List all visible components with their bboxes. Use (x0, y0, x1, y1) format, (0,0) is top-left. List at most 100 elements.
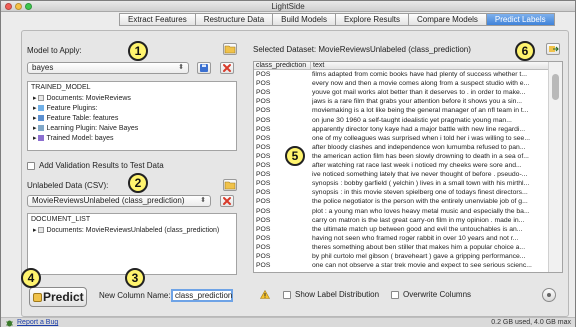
table-row[interactable]: POS synopsis : bobby garfield ( yelchin )… (254, 180, 548, 187)
cell-text: the police negotiator is the person with… (312, 198, 528, 206)
table-row[interactable]: POS apparently director tony kaye had a m… (254, 126, 548, 133)
tab-compare-models[interactable]: Compare Models (408, 13, 486, 26)
tree-item-documents[interactable]: ▸ Documents: MovieReviews (33, 94, 131, 102)
cell-class-prediction: POS (256, 180, 271, 188)
table-row[interactable]: POS films adapted from comic books have h… (254, 71, 548, 78)
export-dataset-button[interactable] (546, 43, 560, 55)
memory-usage: 0.2 GB used, 4.0 GB max (491, 319, 571, 326)
unlabeled-data-select[interactable]: MovieReviewsUnlabeled (class_prediction)… (27, 195, 211, 207)
tab-explore-results[interactable]: Explore Results (334, 13, 408, 26)
show-label-distribution-label: Show Label Distribution (295, 290, 380, 299)
table-row[interactable]: POS having not seen who framed roger rabb… (254, 235, 548, 242)
cell-text: carry on matron is the last great carry-… (312, 216, 525, 224)
table-row[interactable]: POS the ultimate match up between good an… (254, 226, 548, 233)
folder-icon (224, 181, 236, 190)
cell-class-prediction: POS (256, 80, 271, 88)
select-arrows-icon: ⬍ (200, 197, 206, 204)
annotation-badge-3: 3 (125, 268, 145, 288)
table-row[interactable]: POS jaws is a rare film that grabs your a… (254, 98, 548, 105)
model-icon (38, 135, 45, 142)
cell-text: the american action film has been slowly… (312, 152, 529, 160)
cell-text: on june 30 1960 a self-taught idealistic… (312, 116, 512, 124)
cell-text: films adapted from comic books have had … (312, 71, 527, 78)
cell-text: by phil curtolo mel gibson ( braveheart … (312, 253, 526, 260)
plugin-icon (38, 105, 45, 112)
scrollbar-thumb[interactable] (552, 74, 559, 100)
title-bar: LightSide (1, 1, 575, 12)
delete-unlabeled-data-button[interactable] (220, 195, 234, 207)
predict-button[interactable]: Predict (29, 287, 87, 307)
overwrite-columns-checkbox[interactable] (391, 291, 399, 299)
overwrite-columns-label: Overwrite Columns (403, 290, 472, 299)
open-unlabeled-data-button[interactable] (223, 179, 237, 191)
table-row[interactable]: POS ive noticed something lately that ive… (254, 171, 548, 178)
tab-predict-labels[interactable]: Predict Labels (485, 13, 555, 26)
cell-text: apparently director tony kaye had a majo… (312, 125, 526, 133)
delete-model-button[interactable] (220, 62, 234, 74)
table-row[interactable]: POS one of my colleagues was surprised wh… (254, 135, 548, 142)
dataset-table: class_prediction text POS films adapted f… (253, 61, 563, 273)
annotation-badge-5: 5 (285, 146, 305, 166)
table-row[interactable]: POS synopsis : in this movie steven spiel… (254, 189, 548, 196)
cell-text: synopsis : bobby garfield ( yelchin ) li… (312, 180, 530, 188)
model-select[interactable]: bayes ⬍ (27, 62, 189, 74)
add-validation-checkbox[interactable] (27, 162, 35, 170)
cell-class-prediction: POS (256, 134, 271, 142)
app-window: LightSide Extract Features Restructure D… (0, 0, 576, 327)
report-bug-link[interactable]: Report a Bug (17, 319, 58, 326)
add-validation-label: Add Validation Results to Test Data (39, 161, 164, 170)
cell-class-prediction: POS (256, 125, 271, 133)
tree-item-feature-plugins[interactable]: ▸ Feature Plugins: (33, 104, 97, 112)
document-icon (38, 227, 45, 234)
new-column-name-input[interactable]: class_prediction (171, 289, 233, 302)
open-model-button[interactable] (223, 43, 237, 55)
status-bar: Report a Bug 0.2 GB used, 4.0 GB max (1, 317, 575, 327)
unlabeled-select-value: MovieReviewsUnlabeled (class_prediction) (32, 196, 185, 205)
delete-x-icon (223, 197, 231, 205)
unlabeled-data-label: Unlabeled Data (CSV): (27, 181, 109, 190)
table-row[interactable]: POS every now and then a movie comes alon… (254, 80, 548, 87)
show-label-distribution-checkbox[interactable] (283, 291, 291, 299)
tab-extract-features[interactable]: Extract Features (119, 13, 195, 26)
cell-text: one of my colleagues was surprised when … (312, 134, 530, 142)
cell-text: the ultimate match up between good and e… (312, 225, 523, 233)
document-list-tree: DOCUMENT_LIST ▸ Documents: MovieReviewsU… (27, 213, 237, 275)
cell-text: after bloody clashes and independence wo… (312, 143, 526, 151)
cell-class-prediction: POS (256, 116, 271, 124)
cell-text: ive noticed something lately that ive ne… (312, 171, 528, 179)
cell-class-prediction: POS (256, 216, 271, 224)
stop-button[interactable] (542, 288, 556, 302)
cell-class-prediction: POS (256, 234, 271, 242)
bug-icon (6, 320, 13, 327)
table-row[interactable]: POS theres something about ben stiller th… (254, 244, 548, 251)
table-row[interactable]: POS one can not observe a star trek movie… (254, 262, 548, 269)
tree-item-trained-model[interactable]: ▸ Trained Model: bayes (33, 134, 114, 142)
delete-x-icon (223, 64, 231, 72)
select-arrows-icon: ⬍ (178, 64, 184, 71)
annotation-badge-6: 6 (515, 41, 535, 61)
table-row[interactable]: POS by phil curtolo mel gibson ( bravehea… (254, 253, 548, 260)
tab-build-models[interactable]: Build Models (272, 13, 335, 26)
annotation-badge-4: 4 (21, 268, 41, 288)
cell-class-prediction: POS (256, 171, 271, 179)
tree-root-document-list: DOCUMENT_LIST (31, 216, 91, 223)
column-header-class-prediction[interactable]: class_prediction (254, 62, 310, 70)
tab-restructure-data[interactable]: Restructure Data (194, 13, 273, 26)
save-model-button[interactable] (197, 62, 211, 74)
cell-class-prediction: POS (256, 198, 271, 206)
table-row[interactable]: POS the police negotiator is the person w… (254, 198, 548, 205)
table-row[interactable]: POS plot : a young man who loves heavy me… (254, 208, 548, 215)
stop-icon (547, 293, 551, 297)
cell-class-prediction: POS (256, 262, 271, 270)
table-row[interactable]: POS carry on matron is the last great car… (254, 217, 548, 224)
table-row[interactable]: POS moviemaking is a lot like being the g… (254, 107, 548, 114)
table-scrollbar[interactable] (548, 62, 562, 272)
column-header-text[interactable]: text (310, 62, 548, 70)
tree-item-unlabeled-documents[interactable]: ▸ Documents: MovieReviewsUnlabeled (clas… (33, 226, 219, 234)
tree-item-feature-table[interactable]: ▸ Feature Table: features (33, 114, 118, 122)
warning-icon (260, 290, 270, 299)
tree-item-learning-plugin[interactable]: ▸ Learning Plugin: Naive Bayes (33, 124, 138, 132)
table-row[interactable]: POS youve got mail works alot better than… (254, 89, 548, 96)
table-row[interactable]: POS on june 30 1960 a self-taught idealis… (254, 117, 548, 124)
cell-class-prediction: POS (256, 225, 271, 233)
